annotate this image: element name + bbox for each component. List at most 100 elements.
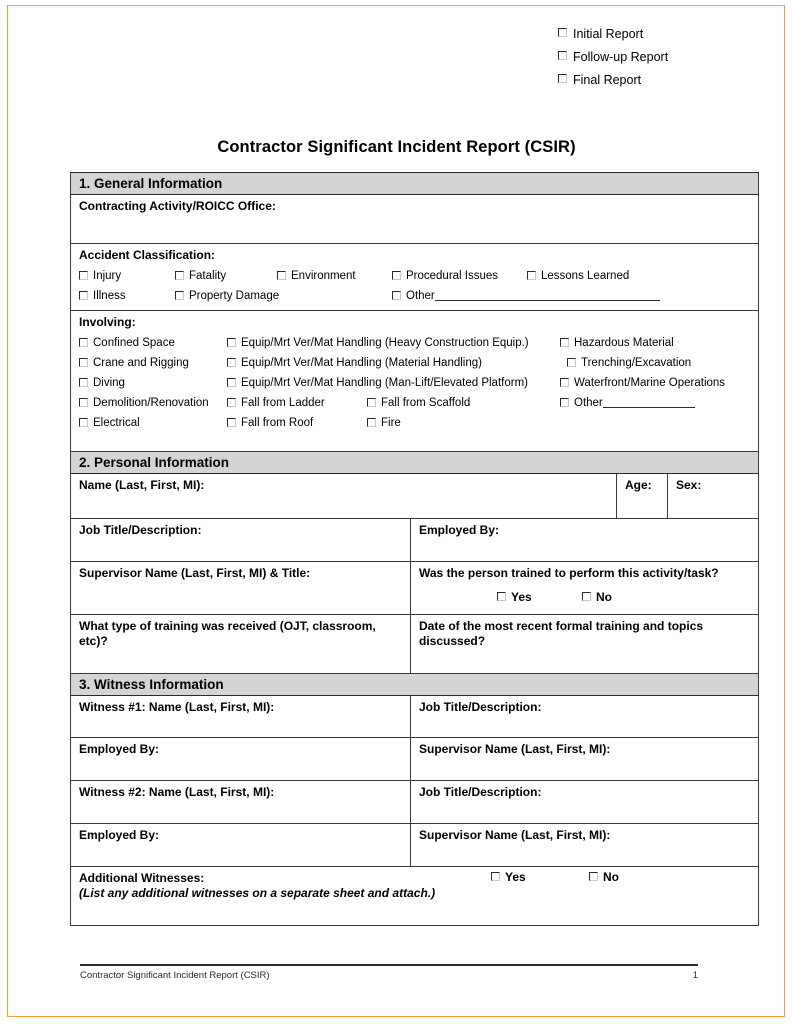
row-additional-witnesses: Additional Witnesses: (List any addition… bbox=[69, 866, 760, 926]
classification-option-injury[interactable]: Injury bbox=[79, 269, 175, 283]
witness1-job-title-cell[interactable]: Job Title/Description: bbox=[409, 695, 760, 738]
classification-option-procedural-issues[interactable]: Procedural Issues bbox=[392, 269, 527, 283]
name-cell[interactable]: Name (Last, First, MI): bbox=[70, 473, 617, 519]
checkbox-icon[interactable] bbox=[175, 291, 184, 300]
involving-option-diving[interactable]: Diving bbox=[79, 376, 227, 390]
classification-option-other[interactable]: Other bbox=[392, 289, 660, 303]
involving-option-crane-and-rigging[interactable]: Crane and Rigging bbox=[79, 356, 227, 370]
other-write-in-line[interactable] bbox=[602, 396, 695, 408]
involving-option-heavy-construction-equip[interactable]: Equip/Mrt Ver/Mat Handling (Heavy Constr… bbox=[227, 336, 560, 350]
trained-yes-option[interactable]: Yes bbox=[497, 590, 582, 604]
report-type-final[interactable]: Final Report bbox=[558, 73, 758, 87]
witness1-supervisor-cell[interactable]: Supervisor Name (Last, First, MI): bbox=[409, 737, 760, 781]
witness1-employed-by-cell[interactable]: Employed By: bbox=[70, 737, 411, 781]
witness2-name-cell[interactable]: Witness #2: Name (Last, First, MI): bbox=[70, 780, 411, 824]
training-date-cell[interactable]: Date of the most recent formal training … bbox=[409, 614, 760, 674]
classification-row-2: Illness Property Damage Other bbox=[79, 289, 752, 303]
checkbox-icon[interactable] bbox=[491, 872, 500, 881]
sex-cell[interactable]: Sex: bbox=[666, 473, 760, 519]
involving-option-fall-from-scaffold[interactable]: Fall from Scaffold bbox=[367, 396, 560, 410]
option-label: Crane and Rigging bbox=[93, 357, 189, 369]
classification-option-lessons-learned[interactable]: Lessons Learned bbox=[527, 269, 629, 283]
page-frame: Initial Report Follow-up Report Final Re… bbox=[7, 5, 785, 1017]
report-type-followup[interactable]: Follow-up Report bbox=[558, 50, 758, 64]
involving-option-trenching-excavation[interactable]: Trenching/Excavation bbox=[567, 356, 691, 370]
additional-yes-option[interactable]: Yes bbox=[491, 870, 589, 884]
checkbox-icon[interactable] bbox=[367, 398, 376, 407]
checkbox-icon[interactable] bbox=[79, 291, 88, 300]
checkbox-icon[interactable] bbox=[527, 271, 536, 280]
classification-option-property-damage[interactable]: Property Damage bbox=[175, 289, 392, 303]
involving-option-hazardous-material[interactable]: Hazardous Material bbox=[560, 336, 674, 350]
row-job-employer: Job Title/Description: Employed By: bbox=[70, 518, 760, 562]
additional-no-option[interactable]: No bbox=[589, 870, 619, 884]
witness2-employed-by-cell[interactable]: Employed By: bbox=[70, 823, 411, 867]
checkbox-icon[interactable] bbox=[79, 378, 88, 387]
checkbox-icon[interactable] bbox=[227, 398, 236, 407]
checkbox-icon[interactable] bbox=[277, 271, 286, 280]
checkbox-icon[interactable] bbox=[79, 358, 88, 367]
checkbox-icon[interactable] bbox=[560, 338, 569, 347]
option-label: Confined Space bbox=[93, 337, 175, 349]
checkbox-icon[interactable] bbox=[227, 418, 236, 427]
involving-option-demolition-renovation[interactable]: Demolition/Renovation bbox=[79, 396, 227, 410]
involving-option-material-handling[interactable]: Equip/Mrt Ver/Mat Handling (Material Han… bbox=[227, 356, 567, 370]
contracting-activity-cell[interactable]: Contracting Activity/ROICC Office: bbox=[69, 194, 760, 244]
checkbox-icon[interactable] bbox=[227, 358, 236, 367]
other-write-in-line[interactable] bbox=[434, 289, 660, 301]
involving-option-other[interactable]: Other bbox=[560, 396, 695, 410]
checkbox-icon[interactable] bbox=[79, 271, 88, 280]
witness1-name-cell[interactable]: Witness #1: Name (Last, First, MI): bbox=[70, 695, 411, 738]
checkbox-icon[interactable] bbox=[558, 51, 567, 60]
checkbox-icon[interactable] bbox=[79, 338, 88, 347]
checkbox-icon[interactable] bbox=[392, 291, 401, 300]
involving-row-3: Diving Equip/Mrt Ver/Mat Handling (Man-L… bbox=[79, 376, 752, 390]
page-title: Contractor Significant Incident Report (… bbox=[217, 138, 576, 156]
trained-no-option[interactable]: No bbox=[582, 590, 612, 604]
involving-option-electrical[interactable]: Electrical bbox=[79, 416, 227, 430]
checkbox-icon[interactable] bbox=[79, 398, 88, 407]
checkbox-icon[interactable] bbox=[558, 74, 567, 83]
option-label: Fall from Scaffold bbox=[381, 397, 471, 409]
incident-report-form: 1. General Information Contracting Activ… bbox=[69, 172, 760, 926]
checkbox-icon[interactable] bbox=[567, 358, 576, 367]
classification-option-fatality[interactable]: Fatality bbox=[175, 269, 277, 283]
table-row: Witness #2: Name (Last, First, MI): Job … bbox=[70, 780, 760, 824]
involving-option-fall-from-ladder[interactable]: Fall from Ladder bbox=[227, 396, 367, 410]
involving-option-fall-from-roof[interactable]: Fall from Roof bbox=[227, 416, 367, 430]
witness2-supervisor-cell[interactable]: Supervisor Name (Last, First, MI): bbox=[409, 823, 760, 867]
checkbox-icon[interactable] bbox=[392, 271, 401, 280]
checkbox-icon[interactable] bbox=[558, 28, 567, 37]
option-label: Demolition/Renovation bbox=[93, 397, 209, 409]
classification-option-environment[interactable]: Environment bbox=[277, 269, 392, 283]
involving-option-waterfront-marine-operations[interactable]: Waterfront/Marine Operations bbox=[560, 376, 725, 390]
checkbox-icon[interactable] bbox=[227, 338, 236, 347]
table-row: Employed By: Supervisor Name (Last, Firs… bbox=[70, 737, 760, 781]
checkbox-icon[interactable] bbox=[560, 398, 569, 407]
additional-witnesses-note: (List any additional witnesses on a sepa… bbox=[79, 886, 436, 900]
witness2-job-title-cell[interactable]: Job Title/Description: bbox=[409, 780, 760, 824]
checkbox-icon[interactable] bbox=[582, 592, 591, 601]
involving-option-fire[interactable]: Fire bbox=[367, 416, 401, 430]
supervisor-cell[interactable]: Supervisor Name (Last, First, MI) & Titl… bbox=[70, 561, 411, 615]
page-footer: Contractor Significant Incident Report (… bbox=[80, 970, 698, 981]
checkbox-icon[interactable] bbox=[227, 378, 236, 387]
checkbox-icon[interactable] bbox=[560, 378, 569, 387]
involving-option-confined-space[interactable]: Confined Space bbox=[79, 336, 227, 350]
classification-option-illness[interactable]: Illness bbox=[79, 289, 175, 303]
checkbox-icon[interactable] bbox=[367, 418, 376, 427]
age-cell[interactable]: Age: bbox=[616, 473, 668, 519]
checkbox-icon[interactable] bbox=[589, 872, 598, 881]
checkbox-icon[interactable] bbox=[497, 592, 506, 601]
training-date-label: Date of the most recent formal training … bbox=[419, 619, 704, 648]
option-label: Equip/Mrt Ver/Mat Handling (Heavy Constr… bbox=[241, 337, 529, 349]
checkbox-icon[interactable] bbox=[79, 418, 88, 427]
training-type-cell[interactable]: What type of training was received (OJT,… bbox=[70, 614, 411, 674]
report-type-initial[interactable]: Initial Report bbox=[558, 27, 758, 41]
employed-by-cell[interactable]: Employed By: bbox=[409, 518, 760, 562]
involving-row-2: Crane and Rigging Equip/Mrt Ver/Mat Hand… bbox=[79, 356, 752, 370]
involving-option-man-lift-elevated-platform[interactable]: Equip/Mrt Ver/Mat Handling (Man-Lift/Ele… bbox=[227, 376, 560, 390]
checkbox-icon[interactable] bbox=[175, 271, 184, 280]
job-title-cell[interactable]: Job Title/Description: bbox=[70, 518, 411, 562]
section-header-witness: 3. Witness Information bbox=[69, 673, 760, 696]
